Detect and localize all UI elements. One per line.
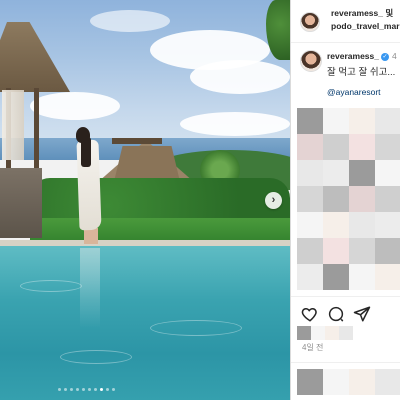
blurred-pixel xyxy=(349,134,375,160)
blurred-pixel xyxy=(323,212,349,238)
gazebo-curtain xyxy=(2,90,24,160)
carousel-dot xyxy=(100,388,103,391)
blurred-pixel xyxy=(297,264,323,290)
post-photo[interactable]: › xyxy=(0,0,290,400)
header-username-line1[interactable]: reveramess_ 및 xyxy=(331,7,393,19)
carousel-dot xyxy=(94,388,97,391)
blurred-pixel xyxy=(297,108,323,134)
blurred-pixel xyxy=(339,326,353,340)
blurred-pixel xyxy=(375,134,400,160)
blurred-pixel xyxy=(297,160,323,186)
caption-username-row: reveramess_ ✓ 4 xyxy=(327,51,397,61)
avatar[interactable] xyxy=(300,12,320,32)
person-head xyxy=(76,127,90,143)
blurred-pixel xyxy=(325,326,339,340)
blurred-pixel xyxy=(323,369,349,395)
water-ripple xyxy=(150,320,242,336)
carousel-dot xyxy=(106,388,109,391)
blurred-pixel xyxy=(297,238,323,264)
blurred-pixel xyxy=(297,212,323,238)
header-username-line2[interactable]: podo_travel_mar xyxy=(331,21,400,31)
stone-wall xyxy=(0,168,42,238)
blurred-likes xyxy=(297,326,400,340)
post-header: reveramess_ 및 podo_travel_mar xyxy=(291,0,400,43)
blurred-pixel xyxy=(311,326,325,340)
blurred-pixel xyxy=(375,238,400,264)
blurred-pixel xyxy=(375,186,400,212)
blurred-comments xyxy=(297,108,400,293)
villa-ridge xyxy=(112,138,162,144)
comment-area[interactable] xyxy=(291,362,400,400)
caption-username[interactable]: reveramess_ xyxy=(327,51,379,61)
caption-mention-link[interactable]: @ayanaresort xyxy=(327,87,381,97)
cloud xyxy=(180,112,290,136)
person-reflection xyxy=(80,248,100,328)
blurred-pixel xyxy=(375,264,400,290)
carousel-dot xyxy=(82,388,85,391)
blurred-pixel xyxy=(323,134,349,160)
verified-badge-icon: ✓ xyxy=(381,52,389,61)
cloud xyxy=(30,92,120,120)
blurred-pixel xyxy=(323,160,349,186)
blurred-pixel xyxy=(297,369,323,395)
water-ripple xyxy=(20,280,82,292)
person-legs xyxy=(84,228,98,244)
blurred-comment-input xyxy=(297,369,400,399)
blurred-pixel xyxy=(323,186,349,212)
carousel-dot xyxy=(58,388,61,391)
gazebo-post xyxy=(34,88,39,168)
carousel-dot xyxy=(88,388,91,391)
blurred-pixel xyxy=(349,186,375,212)
carousel-dot xyxy=(64,388,67,391)
blurred-pixel xyxy=(349,264,375,290)
blurred-pixel xyxy=(375,108,400,134)
blurred-pixel xyxy=(297,134,323,160)
blurred-pixel xyxy=(349,160,375,186)
heart-icon[interactable] xyxy=(301,305,319,323)
blurred-pixel xyxy=(375,212,400,238)
caption-time-short: 4 xyxy=(392,51,397,61)
blurred-pixel xyxy=(297,326,311,340)
blurred-pixel xyxy=(349,369,375,395)
carousel-dot xyxy=(112,388,115,391)
caption-text: 잘 먹고 잘 쉬고... xyxy=(327,67,396,78)
blurred-pixel xyxy=(375,369,400,395)
post-side-panel: reveramess_ 및 podo_travel_mar reveramess… xyxy=(290,0,400,400)
blurred-pixel xyxy=(375,160,400,186)
cloud xyxy=(190,60,290,94)
blurred-pixel xyxy=(323,238,349,264)
chevron-right-icon: › xyxy=(271,194,276,206)
post-timestamp: 4일 전 xyxy=(302,343,324,352)
cloud xyxy=(90,10,170,32)
carousel-dot xyxy=(70,388,73,391)
comment-icon[interactable] xyxy=(327,305,345,323)
blurred-pixel xyxy=(323,108,349,134)
carousel-dot xyxy=(76,388,79,391)
caption-avatar[interactable] xyxy=(300,50,322,72)
send-icon[interactable] xyxy=(353,305,371,323)
blurred-pixel xyxy=(349,108,375,134)
water-ripple xyxy=(60,350,132,364)
blurred-pixel xyxy=(297,186,323,212)
carousel-next-button[interactable]: › xyxy=(265,192,282,209)
blurred-pixel xyxy=(323,264,349,290)
carousel-indicator xyxy=(58,388,115,391)
blurred-pixel xyxy=(349,238,375,264)
blurred-pixel xyxy=(349,212,375,238)
infinity-pool xyxy=(0,246,290,400)
